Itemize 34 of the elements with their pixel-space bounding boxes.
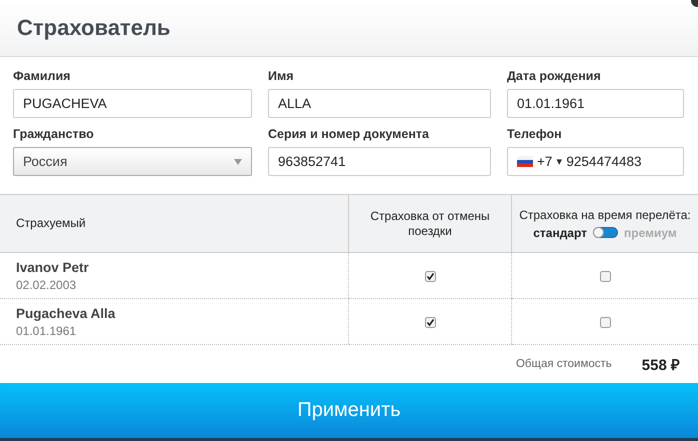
field-label: Дата рождения bbox=[507, 69, 602, 83]
dialog-title: Страхователь bbox=[17, 15, 170, 41]
checkbox[interactable] bbox=[600, 316, 610, 328]
field-label: Гражданство bbox=[13, 127, 95, 141]
phone-field[interactable]: +7 ▾ 9254474483 bbox=[507, 147, 684, 176]
field-label: Серия и номер документа bbox=[268, 127, 430, 141]
toggle-label: стандарт bbox=[533, 226, 588, 240]
birth-date: 01.01.1961 bbox=[16, 324, 78, 338]
field-label: Телефон bbox=[507, 127, 563, 141]
checkbox[interactable] bbox=[600, 270, 610, 282]
phone-number: 9254474483 bbox=[566, 154, 642, 169]
caret-icon[interactable]: ▾ bbox=[556, 155, 562, 168]
flag-icon bbox=[517, 156, 533, 167]
field-label: Фамилия bbox=[13, 69, 72, 83]
dropdown-arrow-icon bbox=[234, 158, 242, 164]
total-price: 558 ₽ bbox=[642, 356, 680, 374]
person-name: Ivanov Petr bbox=[16, 260, 90, 274]
toggle-switch[interactable] bbox=[593, 227, 618, 238]
column-header: Страховка на время перелёта: bbox=[519, 208, 691, 222]
person-name: Pugacheva Alla bbox=[16, 306, 116, 320]
citizenship-dropdown[interactable]: Россия bbox=[13, 147, 252, 176]
input-field[interactable]: 01.01.1961 bbox=[507, 89, 684, 118]
birth-date: 02.02.2003 bbox=[16, 278, 78, 292]
country-code[interactable]: +7 bbox=[537, 154, 552, 169]
input-field[interactable]: PUGACHEVA bbox=[13, 89, 252, 118]
column-header: Страхуемый bbox=[16, 216, 86, 231]
field-label: Имя bbox=[268, 69, 295, 83]
checkbox[interactable] bbox=[424, 270, 436, 282]
checkbox[interactable] bbox=[424, 316, 436, 328]
column-header: Страховка от отмены поездки bbox=[369, 208, 491, 238]
input-field[interactable]: 963852741 bbox=[268, 147, 491, 176]
total-label: Общая стоимость bbox=[516, 358, 612, 370]
toggle-label: премиум bbox=[624, 226, 677, 240]
input-field[interactable]: ALLA bbox=[268, 89, 491, 118]
